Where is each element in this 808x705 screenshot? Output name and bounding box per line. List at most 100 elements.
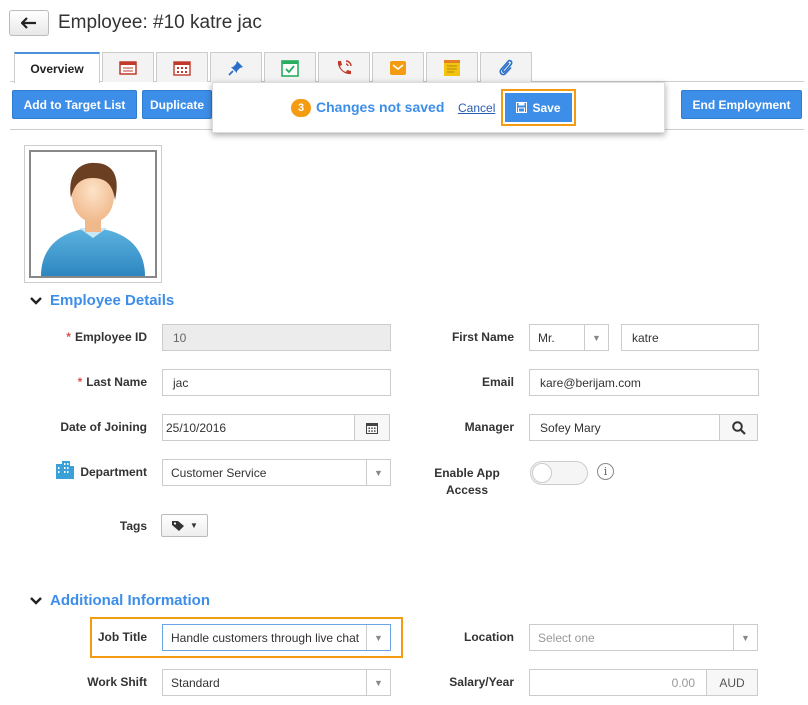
tab-attachments[interactable] [480, 52, 532, 82]
employee-id-field[interactable]: 10 [162, 324, 391, 351]
employee-id-label-text: Employee ID [74, 330, 147, 344]
last-name-value: jac [173, 375, 189, 390]
dropdown-arrow-icon: ▼ [584, 325, 608, 350]
enable-app-access-line2: Access [445, 483, 489, 497]
work-shift-label: Work Shift [87, 675, 147, 689]
tab-checklist[interactable] [264, 52, 316, 82]
additional-information-title: Additional Information [50, 592, 210, 609]
tab-pin[interactable] [210, 52, 262, 82]
location-select[interactable]: Select one ▼ [529, 624, 758, 651]
search-icon [731, 420, 746, 435]
add-to-target-list-button[interactable]: Add to Target List [12, 90, 137, 119]
salary-label: Salary/Year [449, 675, 514, 689]
save-highlight: Save [501, 89, 576, 126]
job-title-label: Job Title [97, 630, 147, 644]
department-value: Customer Service [171, 465, 267, 480]
first-name-value: katre [632, 330, 659, 345]
email-value: kare@berijam.com [540, 375, 641, 390]
unsaved-changes-popup: 3 Changes not saved Cancel Save [212, 82, 665, 133]
chevron-down-icon [30, 296, 42, 305]
tab-calendar[interactable] [156, 52, 208, 82]
tab-overview[interactable]: Overview [14, 52, 100, 83]
last-name-field[interactable]: jac [162, 369, 391, 396]
add-to-target-list-label: Add to Target List [23, 97, 126, 112]
toggle-knob [532, 463, 552, 483]
salutation-select[interactable]: Mr. ▼ [529, 324, 609, 351]
end-employment-button[interactable]: End Employment [681, 90, 802, 119]
building-icon [55, 461, 75, 484]
job-title-value: Handle customers through live chat [171, 630, 360, 645]
work-shift-value: Standard [171, 675, 220, 690]
tags-label: Tags [119, 519, 147, 533]
cancel-link[interactable]: Cancel [458, 101, 495, 115]
employee-id-value: 10 [173, 330, 187, 345]
list-icon [119, 60, 137, 75]
phone-icon [337, 59, 352, 74]
checklist-icon [281, 59, 299, 77]
salary-value: 0.00 [671, 675, 695, 690]
page-title: Employee: #10 katre jac [58, 12, 262, 33]
tab-mail[interactable] [372, 52, 424, 82]
department-label: Department [80, 465, 147, 479]
first-name-field[interactable]: katre [621, 324, 759, 351]
email-field[interactable]: kare@berijam.com [529, 369, 759, 396]
tab-phone[interactable] [318, 52, 370, 82]
enable-app-access-label: Enable App Access [420, 465, 514, 499]
tab-list[interactable] [102, 52, 154, 82]
duplicate-label: Duplicate [149, 97, 204, 112]
tab-overview-label: Overview [30, 61, 84, 76]
changes-not-saved-text: Changes not saved [316, 99, 445, 115]
app-access-toggle[interactable] [530, 461, 588, 485]
required-marker: * [77, 375, 83, 389]
tags-button[interactable]: ▼ [161, 514, 208, 537]
duplicate-button[interactable]: Duplicate [142, 90, 212, 119]
calendar-picker-button[interactable] [354, 415, 389, 440]
location-label: Location [464, 630, 514, 644]
employee-details-title: Employee Details [50, 292, 175, 309]
date-of-joining-value: 25/10/2016 [166, 420, 227, 435]
location-placeholder: Select one [538, 630, 595, 645]
manager-label: Manager [464, 420, 514, 434]
dropdown-arrow-icon: ▼ [733, 625, 757, 650]
manager-field[interactable]: Sofey Mary [529, 414, 758, 441]
chevron-down-icon [30, 596, 42, 605]
calendar-icon [366, 422, 378, 434]
back-arrow-icon [21, 17, 36, 29]
changes-count-badge: 3 [291, 99, 311, 117]
currency-addon: AUD [706, 670, 757, 695]
additional-information-header[interactable]: Additional Information [30, 592, 210, 609]
enable-app-access-line1: Enable App [434, 466, 500, 480]
floppy-disk-icon [516, 102, 528, 113]
dropdown-arrow-icon: ▼ [366, 460, 390, 485]
mail-icon [390, 60, 406, 75]
pin-icon [228, 60, 243, 76]
tab-bar: Overview [10, 52, 804, 83]
caret-down-icon: ▼ [190, 521, 198, 530]
job-title-select[interactable]: Handle customers through live chat ▼ [162, 624, 391, 651]
date-of-joining-label: Date of Joining [60, 420, 147, 434]
back-button[interactable] [9, 10, 49, 36]
date-of-joining-field[interactable]: 25/10/2016 [162, 414, 390, 441]
tab-note[interactable] [426, 52, 478, 82]
last-name-label-text: Last Name [86, 375, 147, 389]
last-name-label: * Last Name [40, 375, 147, 389]
save-button[interactable]: Save [505, 93, 572, 122]
end-employment-label: End Employment [692, 97, 791, 112]
dropdown-arrow-icon: ▼ [366, 670, 390, 695]
manager-search-button[interactable] [719, 415, 757, 440]
info-icon[interactable]: i [597, 463, 614, 480]
salutation-value: Mr. [538, 330, 555, 345]
employee-details-header[interactable]: Employee Details [30, 292, 174, 309]
paperclip-icon [499, 59, 513, 75]
department-select[interactable]: Customer Service ▼ [162, 459, 391, 486]
calendar-icon [173, 60, 191, 76]
required-marker: * [66, 330, 71, 344]
employee-id-label: * Employee ID [40, 330, 147, 344]
tag-icon [172, 520, 185, 531]
work-shift-select[interactable]: Standard ▼ [162, 669, 391, 696]
email-label: Email [481, 375, 514, 389]
manager-value: Sofey Mary [540, 420, 601, 435]
save-label: Save [532, 100, 561, 115]
salary-field[interactable]: 0.00 AUD [529, 669, 758, 696]
avatar[interactable] [24, 145, 162, 283]
